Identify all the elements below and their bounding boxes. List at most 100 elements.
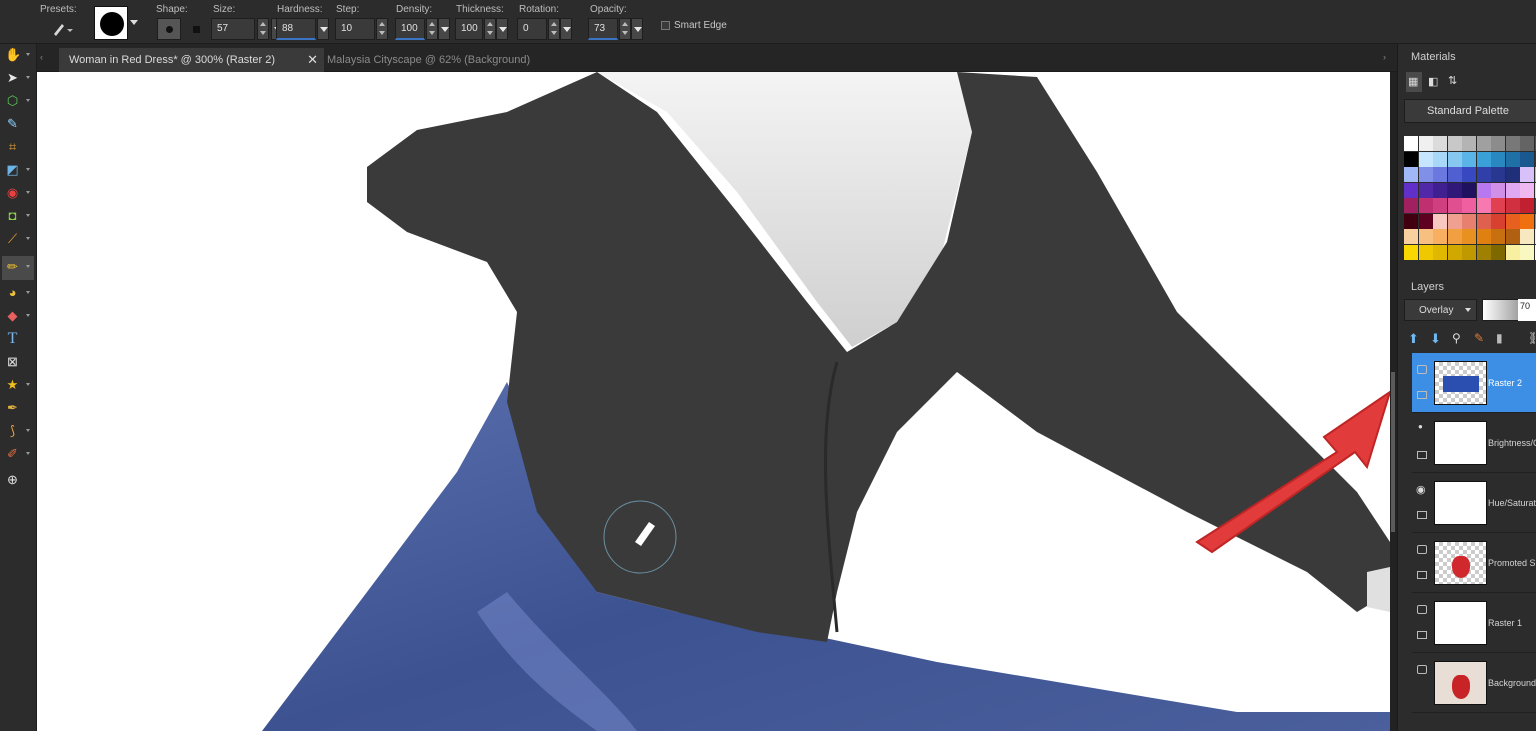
presets-dropdown[interactable] [48,18,76,40]
color-swatch[interactable] [1418,213,1433,229]
color-swatch[interactable] [1433,244,1447,260]
layer-item-background[interactable]: Background [1412,653,1536,713]
chain-link-icon[interactable]: ⛓ [1528,331,1536,345]
color-swatch[interactable] [1491,151,1505,167]
layer-opacity-slider[interactable] [1482,299,1522,321]
color-swatch[interactable] [1404,198,1418,213]
square-shape-button[interactable] [189,22,203,36]
density-dropdown[interactable] [438,18,450,40]
color-swatch[interactable] [1476,136,1491,151]
color-swatch[interactable] [1433,167,1447,182]
color-swatch[interactable] [1520,136,1534,151]
layer-item-hue-saturation[interactable]: ◉ Hue/Saturati [1412,473,1536,533]
rotation-input[interactable]: 0 [517,18,547,40]
tabs-scroll-left-icon[interactable]: ‹ [40,52,43,62]
color-swatch[interactable] [1447,229,1462,244]
color-swatch[interactable] [1433,136,1447,151]
size-input[interactable]: 57 [211,18,255,40]
color-swatch[interactable] [1491,136,1505,151]
color-swatch[interactable] [1433,213,1447,229]
brush-shape-preview[interactable] [94,6,128,40]
density-input[interactable]: 100 [395,18,425,40]
color-swatch[interactable] [1418,244,1433,260]
link-layer-icon[interactable]: ⚲ [1452,331,1461,345]
color-swatch[interactable] [1505,198,1520,213]
color-swatch[interactable] [1505,167,1520,182]
canvas-vertical-scrollbar[interactable] [1390,72,1397,731]
color-swatch[interactable] [1418,229,1433,244]
tool-pen[interactable]: ✒ [2,397,34,418]
color-swatch[interactable] [1491,167,1505,182]
color-swatch[interactable] [1520,244,1534,260]
color-swatch[interactable] [1433,198,1447,213]
color-swatch[interactable] [1476,182,1491,198]
color-swatch[interactable] [1418,198,1433,213]
color-swatch[interactable] [1462,229,1476,244]
smart-edge-checkbox[interactable] [661,21,670,30]
layer-item-brightness[interactable]: ● Brightness/C [1412,413,1536,473]
color-swatch[interactable] [1520,151,1534,167]
color-swatch[interactable] [1505,244,1520,260]
color-swatch[interactable] [1418,167,1433,182]
color-swatch[interactable] [1505,229,1520,244]
color-swatch[interactable] [1491,198,1505,213]
edit-layer-icon[interactable]: ✎ [1474,331,1484,345]
new-layer-icon[interactable]: ⬆ [1408,331,1419,347]
color-swatch-grid[interactable] [1404,136,1536,268]
rotation-spinner[interactable] [548,18,560,40]
thickness-dropdown[interactable] [496,18,508,40]
color-swatch[interactable] [1505,213,1520,229]
materials-swatches-tab[interactable]: ▦ [1406,72,1422,92]
tabs-scroll-right-icon[interactable]: › [1383,52,1386,62]
opacity-spinner[interactable] [619,18,631,40]
color-swatch[interactable] [1404,229,1418,244]
color-swatch[interactable] [1447,244,1462,260]
color-swatch[interactable] [1404,151,1418,167]
hardness-dropdown[interactable] [317,18,329,40]
color-swatch[interactable] [1462,198,1476,213]
color-swatch[interactable] [1447,213,1462,229]
hardness-input[interactable]: 88 [276,18,316,40]
layer-item-raster-1[interactable]: Raster 1 [1412,593,1536,653]
tab-woman-in-red-dress[interactable]: Woman in Red Dress* @ 300% (Raster 2) ✕ [59,48,324,72]
tool-pick[interactable]: ➤ [2,67,34,88]
tool-crop[interactable]: ⌗ [2,136,34,157]
color-swatch[interactable] [1520,198,1534,213]
color-swatch[interactable] [1447,151,1462,167]
opacity-input[interactable]: 73 [588,18,618,40]
color-swatch[interactable] [1447,198,1462,213]
color-swatch[interactable] [1476,229,1491,244]
step-spinner[interactable] [376,18,388,40]
palette-dropdown[interactable]: Standard Palette [1404,99,1536,123]
color-swatch[interactable] [1418,182,1433,198]
tool-dropper[interactable]: ✎ [2,113,34,134]
color-swatch[interactable] [1433,182,1447,198]
color-swatch[interactable] [1520,167,1534,182]
color-swatch[interactable] [1447,182,1462,198]
blend-mode-dropdown[interactable]: Overlay [1404,299,1477,321]
color-swatch[interactable] [1476,213,1491,229]
color-swatch[interactable] [1476,244,1491,260]
color-swatch[interactable] [1491,229,1505,244]
size-spinner[interactable] [257,18,269,40]
color-swatch[interactable] [1404,213,1418,229]
color-swatch[interactable] [1447,136,1462,151]
visibility-eye-icon[interactable]: ● [1418,422,1423,431]
color-swatch[interactable] [1476,151,1491,167]
thickness-spinner[interactable] [484,18,496,40]
color-swatch[interactable] [1433,151,1447,167]
layer-item-promoted-selection[interactable]: Promoted S [1412,533,1536,593]
color-swatch[interactable] [1404,182,1418,198]
tool-dodge[interactable]: ◕ [2,282,34,303]
image-canvas[interactable] [37,72,1390,731]
layer-opacity-input[interactable]: 70 [1518,299,1536,321]
opacity-dropdown[interactable] [631,18,643,40]
rotation-dropdown[interactable] [560,18,572,40]
delete-layer-icon[interactable]: ▮ [1496,331,1503,345]
tool-makeover[interactable]: ◘ [2,205,34,226]
color-swatch[interactable] [1491,213,1505,229]
frame-icon[interactable]: ◧ [1428,75,1438,88]
scrollbar-thumb[interactable] [1391,372,1395,532]
tool-preset-shape[interactable]: ★ [2,374,34,395]
color-swatch[interactable] [1462,213,1476,229]
